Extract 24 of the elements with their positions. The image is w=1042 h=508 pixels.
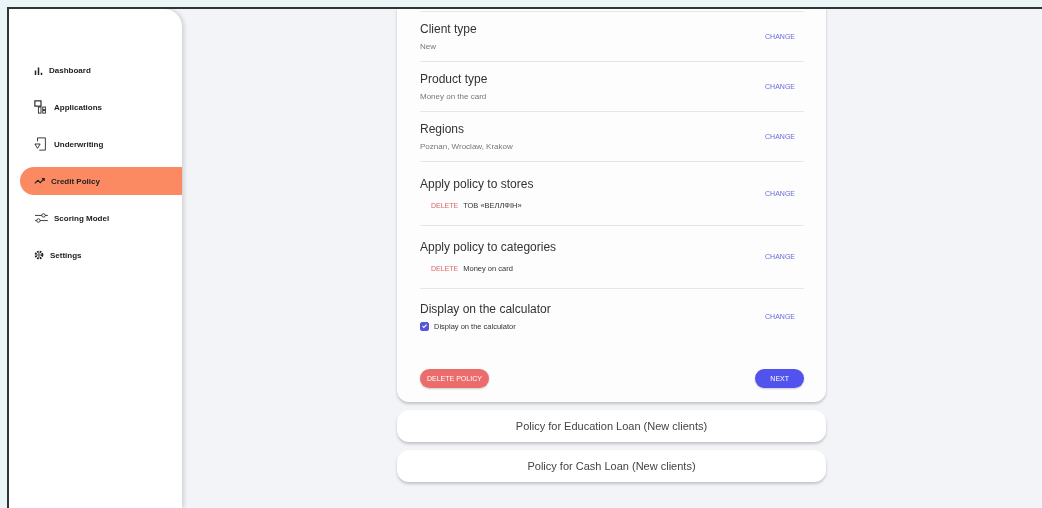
section-title: Display on the calculator (420, 301, 551, 316)
bar-chart-icon (34, 65, 43, 75)
settings-icon (34, 250, 44, 260)
grid-icon (34, 100, 48, 114)
nav-item[interactable]: Dashboard (20, 56, 182, 84)
sliders-icon (34, 212, 48, 224)
policy-accordion[interactable]: Policy for Cash Loan (New clients) (397, 450, 826, 482)
section-title: Apply policy to categories (420, 240, 557, 255)
trend-icon (34, 177, 45, 185)
document-icon (34, 137, 48, 151)
nav-item[interactable]: Settings (20, 241, 182, 269)
section-title: Product type (420, 72, 488, 86)
checkbox[interactable] (420, 321, 429, 331)
section-title: Client type (420, 22, 477, 36)
section-value: Money on the card (420, 92, 488, 101)
nav-item[interactable]: Underwriting (20, 130, 182, 158)
nav-item[interactable]: Credit Policy (20, 167, 182, 195)
section-title: Apply policy to stores (420, 176, 534, 191)
section-title: Regions (420, 122, 466, 136)
nav-item[interactable]: Applications (20, 93, 182, 121)
section-value: New (420, 42, 437, 51)
policy-accordion[interactable]: Policy for Education Loan (New clients) (397, 410, 826, 442)
section-value: Poznan, Wroclaw, Krakow (420, 142, 513, 151)
nav-item[interactable]: Scoring Model (20, 204, 182, 232)
